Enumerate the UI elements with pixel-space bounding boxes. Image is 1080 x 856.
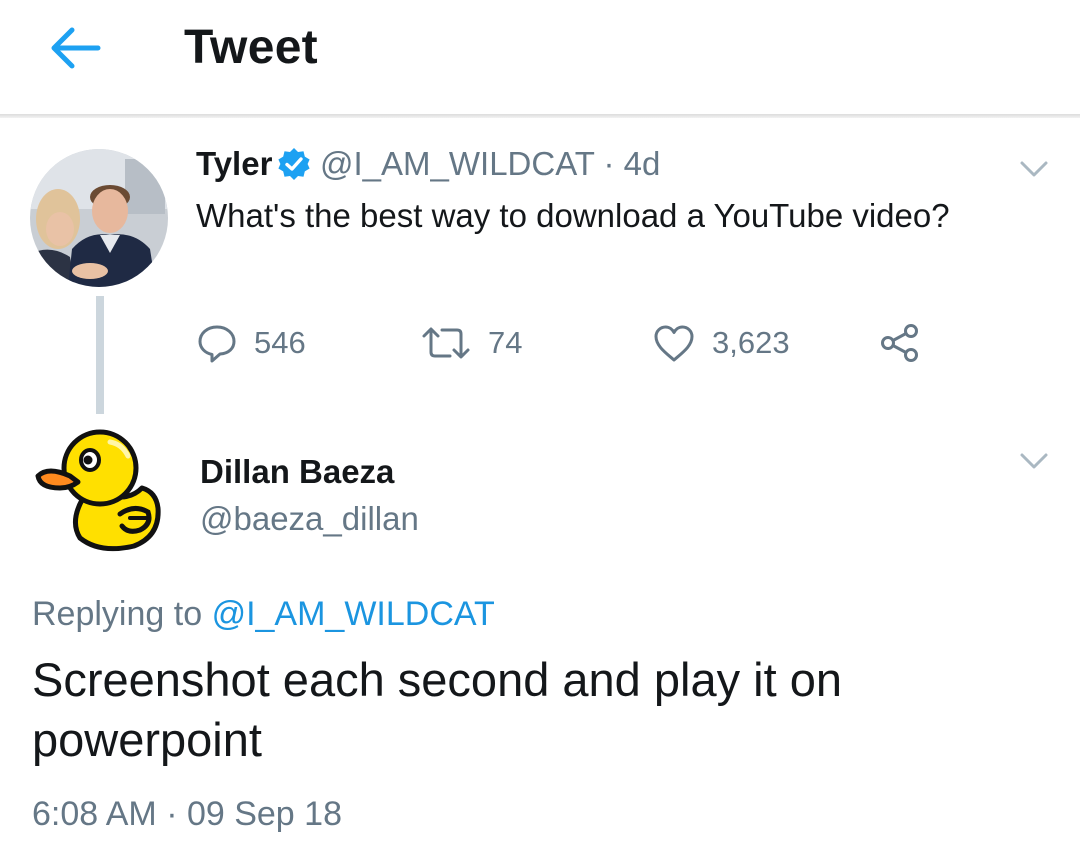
back-button[interactable]	[38, 20, 110, 76]
tweet-menu-button[interactable]	[1016, 154, 1052, 184]
author-name[interactable]: Tyler	[196, 142, 272, 186]
reply-author-handle[interactable]: @baeza_dillan	[200, 497, 419, 541]
rubber-duck-icon	[35, 429, 161, 552]
tweet-timestamp: 6:08 AM · 09 Sep 18	[32, 795, 342, 833]
top-bar	[0, 0, 1080, 114]
verified-badge-icon	[277, 147, 311, 181]
author-handle-time[interactable]: @I_AM_WILDCAT · 4d	[320, 142, 660, 186]
reply-author-name[interactable]: Dillan Baeza	[200, 450, 394, 494]
tweet-text: What's the best way to download a YouTub…	[196, 197, 950, 234]
avatar-duck[interactable]	[30, 422, 170, 556]
replying-to-mention-link[interactable]: @I_AM_WILDCAT	[212, 595, 495, 633]
avatar-photo	[30, 149, 168, 287]
like-button[interactable]: 3,623	[652, 318, 790, 368]
retweet-count: 74	[488, 325, 523, 360]
replying-to-line: Replying to @I_AM_WILDCAT	[32, 592, 495, 636]
chevron-down-icon	[1020, 161, 1048, 177]
reply-icon	[198, 325, 236, 363]
chevron-down-icon	[1020, 453, 1048, 469]
page-title: Tweet	[184, 21, 318, 74]
thread-connector-line	[96, 296, 104, 414]
reply-button[interactable]: 546	[196, 318, 306, 368]
reply-menu-button[interactable]	[1016, 446, 1052, 476]
share-button[interactable]	[880, 318, 920, 368]
retweet-icon	[422, 327, 470, 359]
avatar-tyler[interactable]	[30, 149, 168, 287]
heart-icon	[654, 325, 694, 362]
reply-count: 546	[254, 325, 306, 360]
share-icon	[881, 324, 918, 362]
header-divider	[0, 114, 1080, 118]
arrow-left-icon	[51, 27, 101, 69]
reply-tweet-text: Screenshot each second and play it on po…	[32, 653, 842, 766]
like-count: 3,623	[712, 325, 790, 360]
replying-prefix: Replying to	[32, 595, 203, 633]
retweet-button[interactable]: 74	[420, 318, 522, 368]
